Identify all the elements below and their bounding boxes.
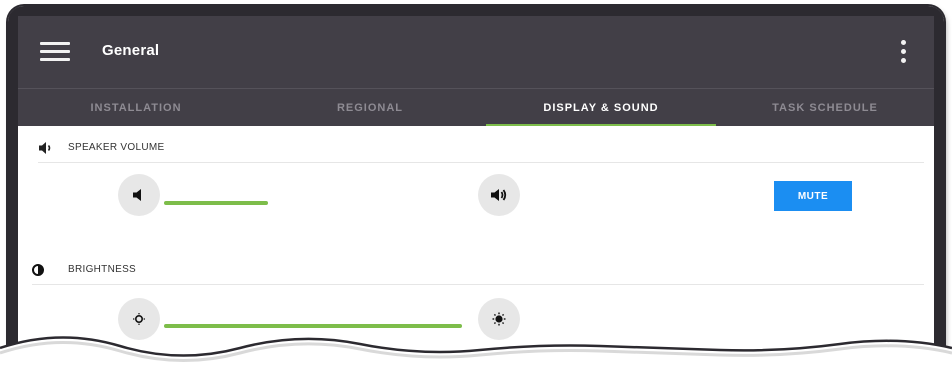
speaker-volume-label: SPEAKER VOLUME [68,142,165,153]
volume-down-icon [133,189,141,201]
brightness-header: BRIGHTNESS [32,256,924,285]
volume-up-button[interactable] [478,174,520,216]
device-bezel-left [8,6,18,378]
more-vertical-icon[interactable] [900,40,908,66]
hamburger-menu-icon[interactable] [40,42,70,62]
brightness-icon [32,264,44,276]
torn-edge-decoration [0,336,952,386]
tab-regional[interactable]: REGIONAL [254,89,486,127]
page-title: General [102,42,160,59]
speaker-volume-header: SPEAKER VOLUME [38,134,924,163]
speaker-icon [39,142,51,154]
tab-installation[interactable]: INSTALLATION [18,89,254,127]
volume-up-icon [491,189,507,201]
screen: General INSTALLATION REGIONAL DISPLAY & … [18,16,934,378]
volume-down-button[interactable] [118,174,160,216]
volume-slider[interactable] [164,201,268,205]
brightness-label: BRIGHTNESS [68,264,137,275]
device-bezel [8,6,944,16]
device-frame: General INSTALLATION REGIONAL DISPLAY & … [8,6,944,378]
tab-bar: INSTALLATION REGIONAL DISPLAY & SOUND TA… [18,88,934,127]
mute-button[interactable]: MUTE [774,181,852,211]
tab-task-schedule[interactable]: TASK SCHEDULE [716,89,934,127]
device-bezel-right [934,6,944,378]
app-bar: General [18,16,934,88]
tab-display-sound[interactable]: DISPLAY & SOUND [486,89,716,127]
